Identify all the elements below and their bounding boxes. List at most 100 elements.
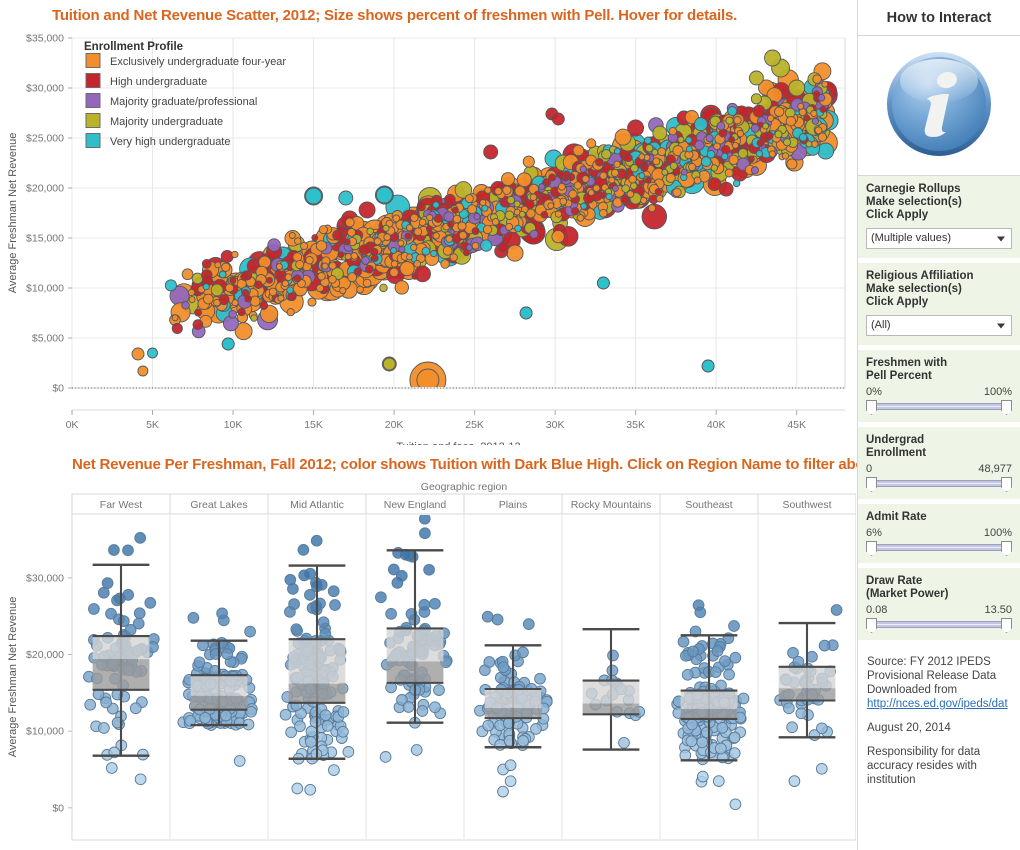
boxplot-point [319, 628, 332, 640]
slider-handle-right[interactable] [1001, 541, 1012, 556]
scatter-point [237, 307, 246, 317]
scatter-svg[interactable]: $0 $5,000 $10,000 $15,000 $20,000 $25,000 $30,… [0, 30, 856, 453]
scatter-point [721, 152, 729, 161]
boxplot-point [342, 746, 355, 758]
scatter-plot[interactable]: $0 $5,000 $10,000 $15,000 $20,000 $25,000 $30,… [0, 30, 856, 453]
scatter-point [762, 122, 770, 130]
slider-track[interactable] [873, 480, 1005, 487]
scatter-point [413, 227, 423, 236]
scatter-point [187, 288, 196, 297]
chevron-down-icon[interactable] [997, 236, 1005, 241]
slider-handle-left[interactable] [866, 400, 877, 415]
boxplot-svg[interactable]: Geographic region $0 $10,000 $20,000 $30,000… [0, 476, 857, 850]
boxplot-point [677, 635, 690, 648]
scatter-point [798, 133, 808, 142]
scatter-point [705, 134, 714, 143]
slider-handle-right[interactable] [1001, 400, 1012, 415]
region-header-label: Rocky Mountains [571, 499, 652, 511]
ipeds-source-link[interactable]: http://nces.ed.gov/ipeds/dat [867, 697, 1011, 711]
scatter-point [344, 252, 352, 261]
scatter-point [595, 157, 604, 167]
boxplot-title: Net Revenue Per Freshman, Fall 2012; col… [72, 456, 885, 473]
slider-track[interactable] [873, 403, 1005, 410]
chevron-down-icon[interactable] [997, 323, 1005, 328]
source-notes: Source: FY 2012 IPEDS Provisional Releas… [858, 641, 1020, 787]
region-header-label: Southwest [782, 499, 831, 511]
box-lower [386, 661, 444, 683]
boxplot-point [290, 623, 303, 636]
scatter-point [321, 262, 329, 270]
boxplot-point [144, 597, 157, 609]
draw-rate-slider[interactable] [866, 618, 1012, 633]
boxplot-point [244, 625, 256, 638]
scatter-point [277, 294, 285, 302]
scatter-point [231, 299, 239, 307]
scatter-point [624, 153, 633, 163]
slider-handle-left[interactable] [866, 541, 877, 556]
control-label-line: (Market Power) [866, 588, 949, 600]
svg-text:Average Freshman Net Revenue: Average Freshman Net Revenue [7, 597, 19, 758]
boxplot-point [429, 701, 441, 714]
boxplot-point [101, 577, 114, 589]
boxplot-point [696, 736, 709, 749]
scatter-point [710, 164, 718, 172]
scatter-point [571, 207, 580, 216]
slider-track[interactable] [873, 544, 1005, 551]
scatter-point [231, 250, 239, 259]
legend-swatch [85, 93, 101, 108]
scatter-point [254, 280, 263, 289]
boxplot-point [187, 612, 200, 624]
scatter-point [213, 298, 221, 307]
boxplot-point [792, 655, 805, 668]
source-line-1: Source: FY 2012 IPEDS [867, 656, 991, 668]
slider-track[interactable] [873, 621, 1005, 628]
dropdown-value: (Multiple values) [871, 232, 952, 244]
boxplot-point [122, 544, 134, 557]
scatter-point [572, 144, 585, 157]
scatter-point [147, 347, 158, 359]
boxplot-point [685, 735, 698, 748]
boxplot-point [327, 585, 340, 598]
box-upper [582, 680, 640, 704]
info-icon-container[interactable] [858, 36, 1020, 176]
boxplot-point [709, 666, 722, 678]
info-icon[interactable] [885, 50, 993, 158]
scatter-point [785, 115, 797, 127]
slider-handle-left[interactable] [866, 618, 877, 633]
slider-handle-right[interactable] [1001, 618, 1012, 633]
column-group-header: Geographic region [421, 481, 508, 493]
undergrad-enrollment-slider[interactable] [866, 477, 1012, 492]
carnegie-rollups-dropdown[interactable]: (Multiple values) [866, 228, 1012, 249]
religious-affiliation-dropdown[interactable]: (All) [866, 315, 1012, 336]
boxplot-point [711, 645, 724, 657]
slider-handle-left[interactable] [866, 477, 877, 492]
scatter-point [473, 212, 481, 221]
scatter-point [483, 144, 499, 160]
boxplot-point [297, 544, 310, 556]
boxplot-chart[interactable]: Geographic region $0 $10,000 $20,000 $30,000… [0, 476, 857, 850]
scatter-point [452, 214, 462, 224]
scatter-point [817, 142, 835, 160]
boxplot-point [788, 775, 801, 787]
boxplot-point [328, 764, 340, 776]
boxplot-point [291, 782, 304, 795]
boxplot-point [491, 613, 504, 626]
scatter-point [406, 253, 413, 261]
scatter-point [365, 264, 374, 274]
svg-text:20K: 20K [385, 419, 404, 431]
slider-handle-right[interactable] [1001, 477, 1012, 492]
svg-text:$0: $0 [52, 802, 64, 814]
boxplot-point [288, 598, 300, 610]
pell-percent-slider[interactable] [866, 400, 1012, 415]
scatter-point [788, 79, 806, 97]
scatter-point [244, 294, 252, 303]
scatter-point [559, 197, 568, 206]
svg-text:10K: 10K [224, 419, 243, 431]
boxplot-point [504, 759, 517, 772]
svg-text:$20,000: $20,000 [26, 649, 64, 661]
scatter-plot-title: Tuition and Net Revenue Scatter, 2012; S… [52, 7, 738, 24]
svg-text:Enrollment Profile: Enrollment Profile [84, 41, 183, 53]
scatter-point [755, 149, 764, 158]
legend-swatch [85, 53, 101, 68]
admit-rate-slider[interactable] [866, 541, 1012, 556]
